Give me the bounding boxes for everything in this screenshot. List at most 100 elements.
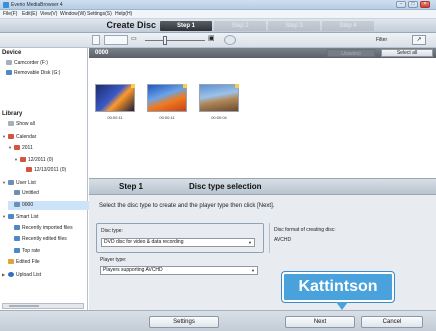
zoom-slider-knob[interactable] bbox=[163, 36, 167, 45]
select-all-button[interactable]: Select all bbox=[381, 49, 433, 57]
disc-format-panel: Disc format of creating disc: AVCHD bbox=[269, 223, 429, 253]
sidebar-item-removable-disk[interactable]: Removable Disk (G:) bbox=[6, 69, 92, 78]
sidebar-item-label: Recently imported files bbox=[22, 224, 73, 231]
sidebar: Device Camcorder (F:) Removable Disk (G:… bbox=[0, 48, 94, 310]
list-view-icon[interactable] bbox=[92, 35, 100, 45]
toolbar: ▭ ▣ Filter ↗ bbox=[0, 33, 436, 48]
thumbnail-caption: 00:00:04 bbox=[211, 115, 227, 120]
menu-bar: File(F) Edit(E) View(V) Window(W) Settin… bbox=[0, 10, 436, 19]
removable-disk-icon bbox=[6, 70, 12, 75]
zoom-slider-track[interactable] bbox=[145, 40, 205, 41]
upload-icon bbox=[8, 271, 14, 277]
calendar-icon bbox=[26, 167, 32, 172]
sidebar-item-library[interactable]: Edited File bbox=[2, 258, 88, 267]
disc-format-label: Disc format of creating disc: bbox=[274, 227, 336, 233]
album-header: 0000 Unselect Select all bbox=[89, 48, 436, 58]
wizard-header: Create Di sc Step 1 Step 2 Step 3 Step 4 bbox=[0, 19, 436, 33]
sidebar-item-library[interactable]: ▶ Upload List bbox=[2, 270, 88, 279]
footer-left bbox=[0, 310, 89, 331]
menu-window[interactable]: Window(W) bbox=[60, 11, 86, 17]
menu-edit[interactable]: Edit(E) bbox=[22, 11, 37, 17]
sidebar-item-label: 0000 bbox=[22, 201, 34, 208]
callout-pointer bbox=[336, 302, 348, 310]
list-icon bbox=[14, 201, 20, 207]
sidebar-item-library[interactable]: ▼ Smart List bbox=[2, 212, 88, 221]
scrollbar-thumb[interactable] bbox=[9, 305, 39, 307]
map-icon[interactable] bbox=[224, 35, 236, 45]
menu-file[interactable]: File(F) bbox=[3, 11, 17, 17]
sidebar-item-label: 12/2011 (0) bbox=[28, 156, 54, 163]
sidebar-item-library[interactable]: ▼ Calendar bbox=[2, 132, 88, 141]
thumbnail-2[interactable] bbox=[147, 84, 187, 112]
zoom-out-icon: ▭ bbox=[131, 36, 137, 42]
window-title: Everio MediaBrowser 4 bbox=[11, 2, 63, 8]
filter-button[interactable]: ↗ bbox=[412, 35, 426, 45]
camcorder-icon bbox=[6, 60, 12, 65]
menu-help[interactable]: Help(H) bbox=[115, 11, 132, 17]
sidebar-item-label: Recently edited files bbox=[22, 236, 67, 242]
sidebar-item-library[interactable]: ▼ 12/2011 (0) bbox=[14, 155, 100, 164]
thumbnail-view-icon[interactable] bbox=[104, 35, 128, 45]
callout-text: Kattintson bbox=[298, 278, 378, 295]
wizard-title: Disc type selection bbox=[189, 182, 262, 191]
list-icon bbox=[8, 179, 14, 185]
disc-type-group: Disc type: DVD disc for video & data rec… bbox=[96, 223, 264, 253]
zoom-in-icon: ▣ bbox=[208, 35, 215, 42]
wizard-step-label: Step 1 bbox=[119, 182, 144, 191]
sidebar-item-library[interactable]: 0000 bbox=[8, 200, 94, 210]
checkmark-icon bbox=[235, 84, 239, 88]
sidebar-item-library[interactable]: ▼ User List bbox=[2, 178, 88, 187]
filter-label: Filter bbox=[376, 37, 388, 43]
unselect-button[interactable]: Unselect bbox=[327, 49, 375, 57]
star-icon bbox=[8, 259, 14, 264]
calendar-icon bbox=[8, 133, 14, 139]
sidebar-item-label: Edited File bbox=[16, 259, 40, 265]
sidebar-item-label: 2011 bbox=[22, 145, 33, 151]
sidebar-item-library[interactable]: Top rate bbox=[8, 247, 94, 256]
smart-list-icon bbox=[14, 247, 20, 253]
sidebar-item-label: Upload List bbox=[16, 271, 42, 278]
sidebar-item-label: Untitled bbox=[22, 190, 39, 196]
sidebar-scrollbar[interactable] bbox=[2, 303, 84, 309]
device-heading: Device bbox=[2, 50, 22, 56]
step-tab-4: Step 4 bbox=[322, 21, 374, 31]
smart-list-icon bbox=[14, 224, 20, 230]
sidebar-item-library[interactable]: Untitled bbox=[8, 189, 94, 198]
maximize-button[interactable]: □ bbox=[408, 1, 418, 8]
calendar-icon bbox=[20, 156, 26, 162]
sidebar-item-library[interactable]: Show all bbox=[2, 120, 88, 129]
step-tab-3: Step 3 bbox=[268, 21, 320, 31]
footer-bar: Settings Next Cancel bbox=[89, 310, 436, 331]
sidebar-item-label: 12/13/2011 (0) bbox=[34, 167, 67, 173]
thumbnail-area: 00:00:11 00:00:11 00:00:04 bbox=[89, 58, 436, 178]
sidebar-item-library[interactable]: ▼ 2011 bbox=[8, 143, 94, 152]
dropdown-arrow-icon: ▼ bbox=[248, 240, 252, 245]
disc-type-label: Disc type: bbox=[101, 228, 123, 234]
thumbnail-3[interactable] bbox=[199, 84, 239, 112]
player-type-select[interactable]: Players supporting AVCHD ▼ bbox=[100, 266, 258, 275]
menu-settings[interactable]: Settings(S) bbox=[87, 11, 112, 17]
settings-button[interactable]: Settings bbox=[149, 316, 219, 328]
page-title: Create Di bbox=[106, 20, 146, 30]
page-title-suffix: sc bbox=[146, 20, 157, 30]
minimize-button[interactable]: – bbox=[396, 1, 406, 8]
thumbnail-1[interactable] bbox=[95, 84, 135, 112]
smart-list-icon bbox=[14, 236, 20, 241]
sidebar-item-label: Calendar bbox=[16, 133, 37, 140]
cancel-button[interactable]: Cancel bbox=[361, 316, 423, 328]
menu-view[interactable]: View(V) bbox=[40, 11, 57, 17]
sidebar-item-library[interactable]: Recently imported files bbox=[8, 224, 94, 233]
sidebar-item-library[interactable]: Recently edited files bbox=[8, 235, 94, 244]
close-button[interactable]: × bbox=[420, 1, 430, 8]
grid-icon bbox=[8, 121, 14, 126]
disc-type-select[interactable]: DVD disc for video & data recording ▼ bbox=[101, 238, 255, 247]
sidebar-item-label: Top rate bbox=[22, 247, 41, 254]
library-heading: Library bbox=[2, 111, 23, 117]
next-button[interactable]: Next bbox=[285, 316, 355, 328]
sidebar-item-label: Show all bbox=[16, 121, 35, 127]
smart-list-icon bbox=[8, 214, 14, 219]
wizard-step-band: Step 1 Disc type selection bbox=[89, 179, 436, 195]
app-icon bbox=[3, 2, 9, 8]
sidebar-item-camcorder[interactable]: Camcorder (F:) bbox=[6, 59, 92, 68]
wizard-instruction: Select the disc type to create and the p… bbox=[99, 203, 275, 209]
